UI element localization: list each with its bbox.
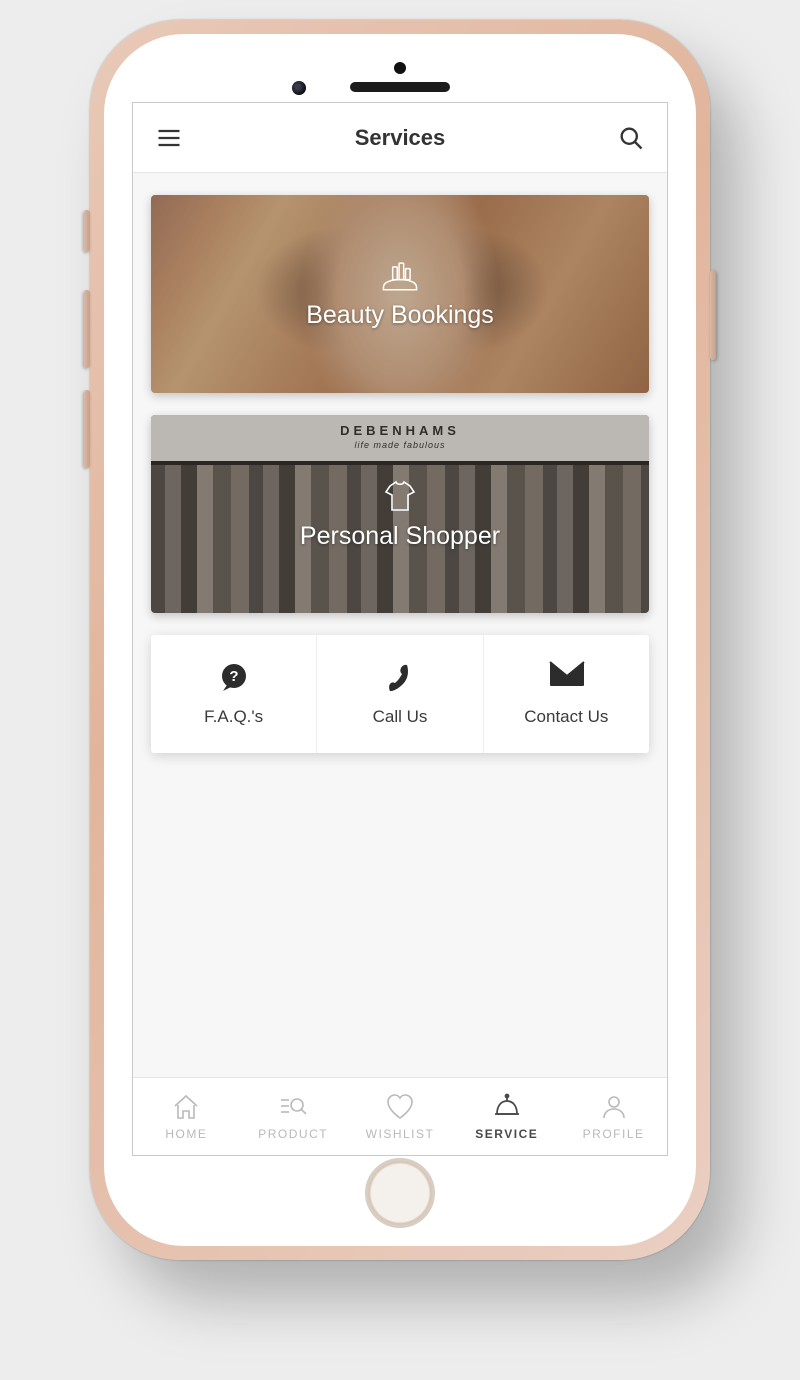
product-search-icon [278,1092,308,1122]
cosmetics-icon [378,259,422,293]
hamburger-icon [155,124,183,152]
phone-icon [383,661,417,695]
tab-home[interactable]: HOME [133,1078,240,1155]
sensor-dot [394,62,406,74]
profile-icon [599,1092,629,1122]
volume-down-button [84,390,90,468]
mail-icon [549,661,583,695]
card-label: Personal Shopper [300,522,500,551]
heart-icon [385,1092,415,1122]
faq-icon: ? [217,661,251,695]
search-button[interactable] [617,124,645,152]
page-title: Services [355,125,446,151]
service-card-beauty-bookings[interactable]: Beauty Bookings [151,195,649,393]
volume-up-button [84,290,90,368]
front-camera [292,81,306,95]
phone-mockup: Services [90,20,710,1260]
action-contact-us[interactable]: Contact Us [483,635,649,753]
action-call-us[interactable]: Call Us [316,635,482,753]
menu-button[interactable] [155,124,183,152]
action-row: ? F.A.Q.'s Call Us [151,635,649,753]
service-card-personal-shopper[interactable]: DEBENHAMS life made fabulous Personal Sh… [151,415,649,613]
action-label: Contact Us [524,707,608,727]
shirt-icon [380,478,420,514]
action-label: Call Us [373,707,428,727]
bell-icon [492,1092,522,1122]
tab-label: PROFILE [583,1127,645,1141]
top-bar: Services [133,103,667,173]
action-faq[interactable]: ? F.A.Q.'s [151,635,316,753]
search-icon [617,124,645,152]
power-button [710,270,716,360]
tab-bar: HOME PRODUCT [133,1077,667,1155]
tab-service[interactable]: SERVICE [453,1078,560,1155]
home-icon [171,1092,201,1122]
tab-profile[interactable]: PROFILE [560,1078,667,1155]
home-button[interactable] [365,1158,435,1228]
tab-label: HOME [165,1127,207,1141]
mute-switch [84,210,90,252]
content-area: Beauty Bookings DEBENHAMS life made fabu… [133,173,667,1077]
tab-label: WISHLIST [366,1127,435,1141]
svg-text:?: ? [229,668,238,685]
action-label: F.A.Q.'s [204,707,263,727]
app-screen: Services [132,102,668,1156]
tab-label: PRODUCT [258,1127,328,1141]
tab-label: SERVICE [475,1127,538,1141]
tab-product[interactable]: PRODUCT [240,1078,347,1155]
card-label: Beauty Bookings [306,301,494,330]
speaker-grille [350,82,450,92]
tab-wishlist[interactable]: WISHLIST [347,1078,454,1155]
